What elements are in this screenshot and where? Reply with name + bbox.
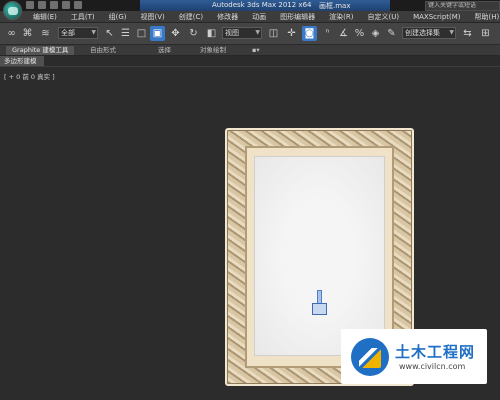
polygon-modeling-panel[interactable]: 多边形建模 bbox=[0, 56, 44, 66]
ribbon-options-icon[interactable]: ▪▾ bbox=[252, 46, 260, 55]
link-icon[interactable]: ∞ bbox=[4, 26, 19, 41]
select-manipulate-icon[interactable]: ✛ bbox=[284, 26, 299, 41]
menu-item[interactable]: 组(G) bbox=[102, 12, 134, 22]
percent-snap-icon[interactable]: % bbox=[352, 26, 367, 41]
keyboard-shortcut-override-icon[interactable]: ◙ bbox=[302, 26, 317, 41]
reference-coordinate-dropdown[interactable]: 视图 ▼ bbox=[222, 27, 262, 39]
search-input[interactable]: 键入关键字或短语 bbox=[425, 1, 500, 11]
align-icon[interactable]: ⊞ bbox=[478, 26, 493, 41]
unlink-icon[interactable]: ⌘ bbox=[20, 26, 35, 41]
rectangular-selection-icon[interactable]: □ bbox=[134, 26, 149, 41]
select-move-icon[interactable]: ✥ bbox=[168, 26, 183, 41]
menu-item[interactable]: 帮助(H) bbox=[468, 12, 500, 22]
menu-item[interactable]: 工具(T) bbox=[64, 12, 102, 22]
tab-object-paint[interactable]: 对象绘制 bbox=[200, 46, 226, 55]
reference-coordinate-value: 视图 bbox=[225, 29, 239, 37]
select-by-name-icon[interactable]: ☰ bbox=[118, 26, 133, 41]
window-title: Autodesk 3ds Max 2012 x64 bbox=[212, 1, 312, 9]
watermark-url: www.civilcn.com bbox=[399, 362, 466, 371]
select-object-icon[interactable]: ↖ bbox=[102, 26, 117, 41]
undo-icon[interactable] bbox=[62, 1, 70, 9]
tab-selection[interactable]: 选择 bbox=[158, 46, 171, 55]
watermark-logo-icon bbox=[351, 338, 389, 376]
chevron-down-icon: ▼ bbox=[255, 29, 260, 36]
main-toolbar: ∞ ⌘ ≋ 全部 ▼ ↖ ☰ □ ▣ ✥ ↻ ◧ 视图 ▼ ◫ ✛ ◙ ⁿ ∡ % … bbox=[0, 23, 500, 45]
selection-filter-value: 全部 bbox=[61, 29, 75, 37]
chevron-down-icon: ▼ bbox=[449, 29, 454, 36]
menu-item[interactable]: 动画 bbox=[245, 12, 273, 22]
tab-graphite-modeling[interactable]: Graphite 建模工具 bbox=[6, 46, 75, 55]
app-logo-button[interactable] bbox=[3, 1, 22, 20]
selection-filter-dropdown[interactable]: 全部 ▼ bbox=[58, 27, 98, 39]
watermark: 土木工程网 www.civilcn.com bbox=[341, 329, 487, 384]
tab-freeform[interactable]: 自由形式 bbox=[90, 46, 116, 55]
viewport-label[interactable]: [ + 0 前 0 真实 ] bbox=[4, 71, 55, 81]
open-file-icon[interactable] bbox=[38, 1, 46, 9]
menu-item[interactable]: MAXScript(M) bbox=[406, 12, 467, 22]
redo-icon[interactable] bbox=[74, 1, 82, 9]
select-scale-icon[interactable]: ◧ bbox=[204, 26, 219, 41]
menu-item[interactable]: 视图(V) bbox=[134, 12, 172, 22]
select-rotate-icon[interactable]: ↻ bbox=[186, 26, 201, 41]
pivot-center-icon[interactable]: ◫ bbox=[266, 26, 281, 41]
chevron-down-icon: ▼ bbox=[91, 29, 96, 36]
named-selection-value: 创建选择集 bbox=[405, 29, 440, 37]
bind-space-warp-icon[interactable]: ≋ bbox=[38, 26, 53, 41]
new-file-icon[interactable] bbox=[26, 1, 34, 9]
angle-snap-icon[interactable]: ∡ bbox=[336, 26, 351, 41]
spinner-snap-icon[interactable]: ◈ bbox=[368, 26, 383, 41]
menu-item[interactable]: 编辑(E) bbox=[26, 12, 64, 22]
menu-item[interactable]: 创建(C) bbox=[172, 12, 210, 22]
ribbon-bar: Graphite 建模工具 自由形式 选择 对象绘制 ▪▾ bbox=[0, 45, 500, 56]
object-gizmo-icon[interactable] bbox=[310, 290, 330, 320]
menu-bar: 编辑(E) 工具(T) 组(G) 视图(V) 创建(C) 修改器 动画 图形编辑器 渲染(R) 自… bbox=[0, 11, 500, 23]
picture-frame-glass[interactable] bbox=[254, 156, 385, 356]
save-icon[interactable] bbox=[50, 1, 58, 9]
edit-named-selection-icon[interactable]: ✎ bbox=[384, 26, 399, 41]
menu-items: 编辑(E) 工具(T) 组(G) 视图(V) 创建(C) 修改器 动画 图形编辑器 渲染(R) 自… bbox=[26, 12, 500, 22]
title-bar: Autodesk 3ds Max 2012 x64 画框.max 键入关键字或短… bbox=[0, 0, 500, 11]
window-file-name: 画框.max bbox=[319, 2, 351, 10]
quick-access-toolbar bbox=[26, 1, 82, 9]
named-selection-dropdown[interactable]: 创建选择集 ▼ bbox=[402, 27, 456, 39]
menu-item[interactable]: 自定义(U) bbox=[360, 12, 406, 22]
menu-item[interactable]: 渲染(R) bbox=[322, 12, 360, 22]
watermark-title: 土木工程网 bbox=[395, 343, 476, 361]
mirror-icon[interactable]: ⇆ bbox=[460, 26, 475, 41]
window-crossing-icon[interactable]: ▣ bbox=[150, 26, 165, 41]
snaps-toggle-icon[interactable]: ⁿ bbox=[320, 26, 335, 41]
menu-item[interactable]: 修改器 bbox=[210, 12, 245, 22]
menu-item[interactable]: 图形编辑器 bbox=[273, 12, 322, 22]
